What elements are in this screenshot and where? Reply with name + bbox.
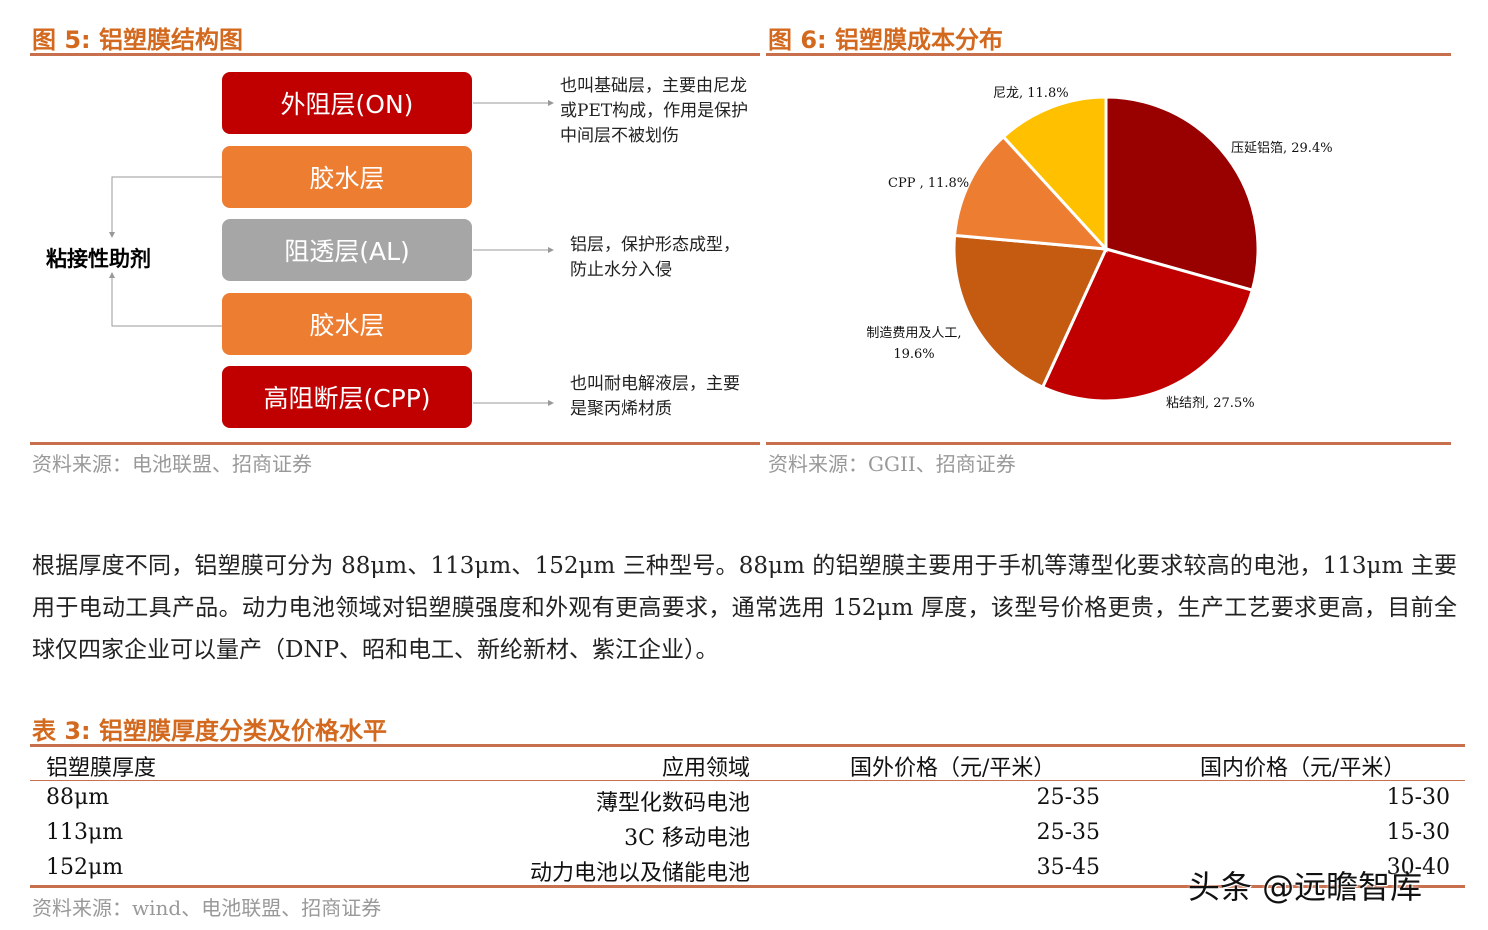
header-cell: 应用领域: [661, 756, 750, 781]
table-cell: 25-35: [1036, 820, 1100, 845]
fig5-source: 资料来源：电池联盟、招商证券: [32, 452, 312, 476]
pie-label: CPP , 11.8%: [888, 176, 970, 191]
note: 铝层，保护形态成型，防止水分入侵: [570, 235, 740, 280]
header-cell: 铝塑膜厚度: [46, 756, 157, 781]
note: 也叫基础层，主要由尼龙或PET构成，作用是保护中间层不被划伤: [560, 76, 749, 146]
table-cell: 152μm: [46, 855, 124, 880]
body-paragraph: 根据厚度不同，铝塑膜可分为 88μm、113μm、152μm 三种型号。88μm…: [32, 553, 1457, 663]
table-cell: 15-30: [1386, 820, 1450, 845]
side-label: 粘接性助剂: [46, 246, 151, 271]
cost-pie-chart: [952, 95, 1260, 403]
table-cell: 3C 移动电池: [624, 826, 750, 851]
note: 也叫耐电解液层，主要是聚丙烯材质: [570, 374, 740, 419]
fig6-title: 图 6: 铝塑膜成本分布: [768, 26, 1004, 54]
table-cell: 113μm: [46, 820, 124, 845]
table-cell: 25-35: [1036, 785, 1100, 810]
divider: [766, 53, 1451, 56]
header-cell: 国内价格（元/平米）: [1200, 756, 1406, 781]
divider: [766, 442, 1451, 445]
watermark: 头条 @远瞻智库: [1188, 868, 1423, 906]
table-cell: 35-45: [1036, 855, 1100, 880]
table-cell: 88μm: [46, 785, 110, 810]
pie-label: 粘结剂, 27.5%: [1166, 396, 1255, 411]
table-cell: 薄型化数码电池: [595, 791, 750, 816]
pie-label: 压延铝箔, 29.4%: [1231, 141, 1333, 156]
pie-label: 尼龙, 11.8%: [993, 86, 1069, 101]
table-source: 资料来源：wind、电池联盟、招商证券: [32, 896, 382, 920]
table-cell: 15-30: [1386, 785, 1450, 810]
table-cell: 动力电池以及储能电池: [529, 861, 750, 886]
header-cell: 国外价格（元/平米）: [850, 756, 1056, 781]
divider: [30, 442, 760, 445]
fig6-source: 资料来源：GGII、招商证券: [768, 452, 1016, 476]
pie-label: 制造费用及人工, 19.6%: [866, 326, 962, 362]
table-top-rule: [30, 744, 1465, 747]
table-title: 表 3: 铝塑膜厚度分类及价格水平: [32, 717, 388, 745]
header-rule: [30, 780, 1465, 781]
